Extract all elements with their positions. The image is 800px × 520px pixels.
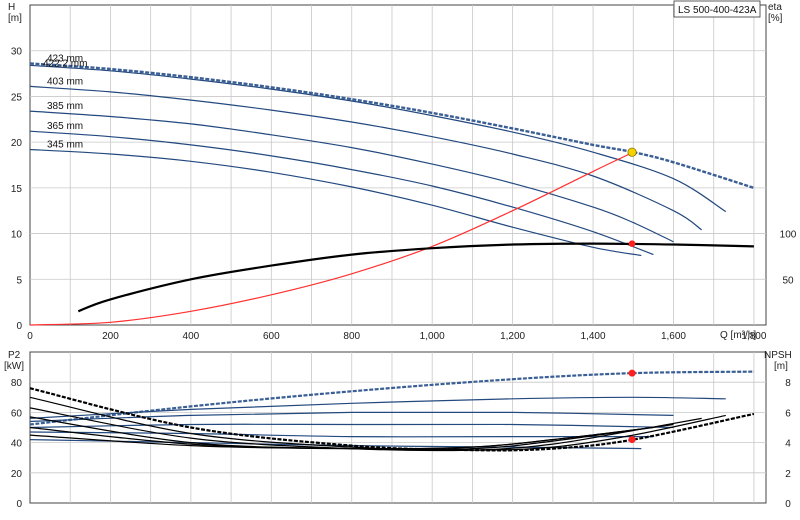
x-tick-label: 200 <box>102 331 119 342</box>
p2-tick-label: 40 <box>11 439 23 450</box>
top-y-tick-label: 0 <box>16 321 22 332</box>
bottom-right-axis-name: NPSH <box>764 350 792 361</box>
x-tick-label: 400 <box>183 331 200 342</box>
top-y-axis-name: H <box>8 2 15 13</box>
npsh-tick-label: 8 <box>785 378 791 389</box>
bottom-y-axis-unit: [kW] <box>4 361 24 372</box>
p2-tick-label: 60 <box>11 408 23 419</box>
operating-point-marker <box>627 147 637 157</box>
p2-point-marker <box>628 369 636 377</box>
bottom-y-axis-name: P2 <box>8 350 21 361</box>
npsh-tick-label: 6 <box>785 408 791 419</box>
x-tick-label: 1,600 <box>661 331 686 342</box>
x-tick-label: 1,000 <box>420 331 445 342</box>
x-tick-label: 1,200 <box>500 331 525 342</box>
x-tick-label: 0 <box>27 331 33 342</box>
top-y-axis-unit: [m] <box>8 13 22 24</box>
top-y-tick-label: 15 <box>11 184 23 195</box>
x-tick-label: 1,400 <box>581 331 606 342</box>
x-tick-label: 800 <box>343 331 360 342</box>
eta-point-marker <box>628 240 636 247</box>
top-plot-frame <box>29 4 767 326</box>
top-y-tick-label: 20 <box>11 138 23 149</box>
top-y-tick-label: 30 <box>11 47 23 58</box>
diameter-label: 422.2 mm <box>43 58 87 69</box>
top-right-axis-unit: [%] <box>768 13 783 24</box>
npsh-point-marker <box>628 436 636 444</box>
diameter-label: 365 mm <box>47 121 83 132</box>
chart-title: LS 500-400-423A <box>678 5 757 16</box>
eta-tick-label: 100 <box>780 230 797 241</box>
top-right-axis-name: eta <box>768 2 782 13</box>
p2-tick-label: 20 <box>11 469 23 480</box>
diameter-label: 345 mm <box>47 139 83 150</box>
top-y-tick-label: 5 <box>16 275 22 286</box>
npsh-tick-label: 0 <box>785 499 791 510</box>
npsh-tick-label: 2 <box>785 469 791 480</box>
x-tick-label: 1,800 <box>741 331 766 342</box>
x-tick-label: 600 <box>263 331 280 342</box>
top-y-tick-label: 25 <box>11 92 23 103</box>
eta-tick-label: 50 <box>782 275 794 286</box>
p2-tick-label: 80 <box>11 378 23 389</box>
pump-performance-chart: LS 500-400-423A H [m] eta [%] Q [m³/h] P… <box>4 0 797 510</box>
diameter-label: 403 mm <box>47 76 83 87</box>
top-y-tick-label: 10 <box>11 230 23 241</box>
top-plot-grid <box>29 4 767 326</box>
p2-tick-label: 0 <box>16 499 22 510</box>
npsh-tick-label: 4 <box>785 439 791 450</box>
bottom-right-axis-unit: [m] <box>774 361 788 372</box>
diameter-label: 385 mm <box>47 101 83 112</box>
